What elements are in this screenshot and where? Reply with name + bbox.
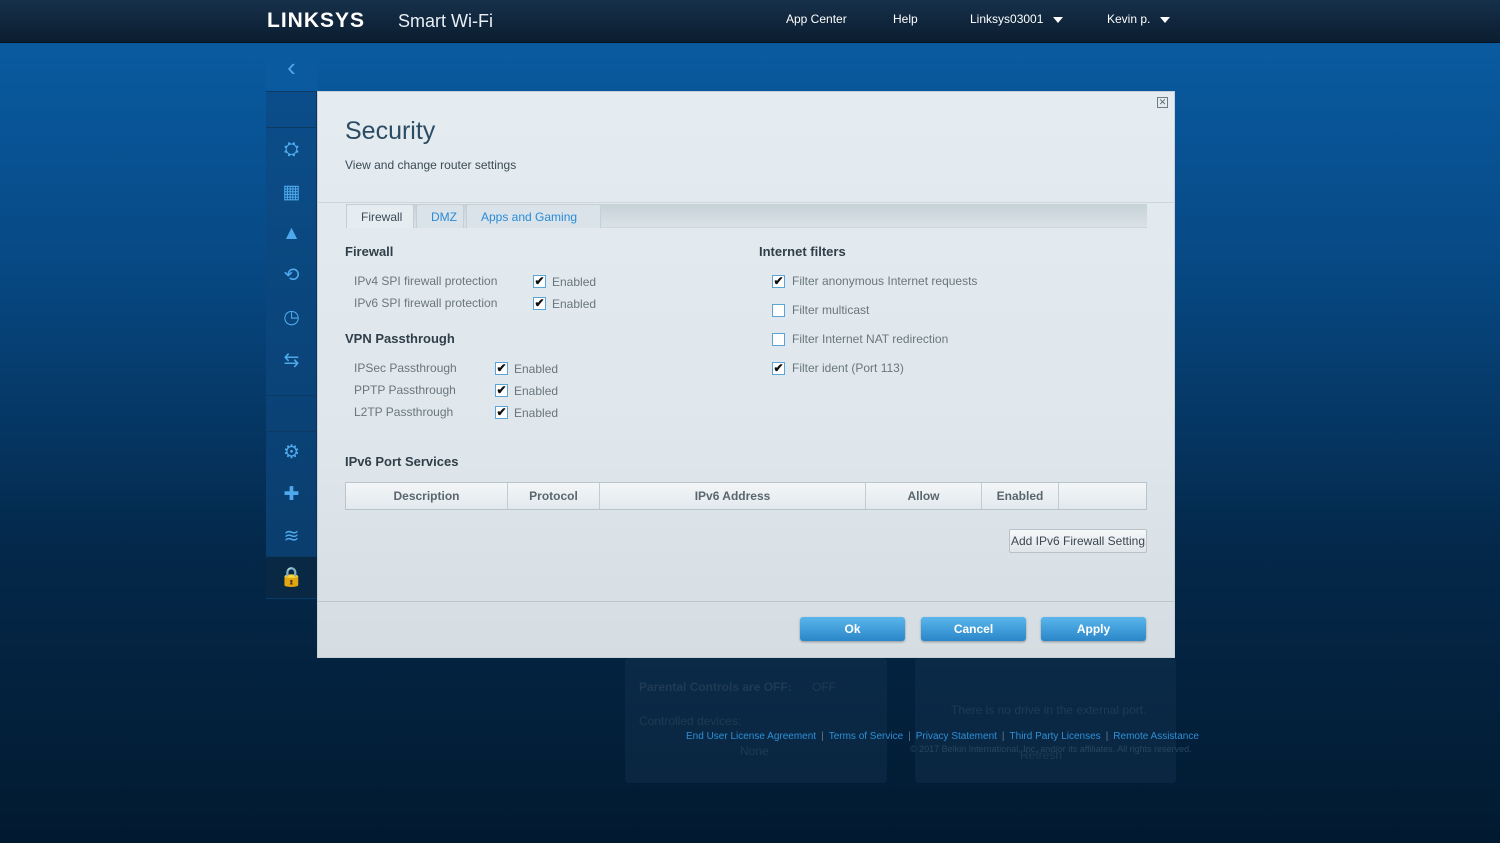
footer-links: End User License Agreement | Terms of Serv… xyxy=(686,731,1199,742)
col-protocol: Protocol xyxy=(508,483,600,509)
user-name: Kevin p. xyxy=(1107,12,1151,26)
tab-bar: Firewall DMZ Apps and Gaming xyxy=(346,204,1147,228)
chevron-down-icon xyxy=(1053,16,1064,23)
vpn-checkbox[interactable]: ✔ xyxy=(495,362,508,375)
help-link[interactable]: Help xyxy=(893,12,918,26)
ok-button[interactable]: Ok xyxy=(800,617,905,641)
connectivity-icon: ⚙ xyxy=(282,441,301,463)
device-list-icon: ▦ xyxy=(282,181,301,203)
vpn-row-value: Enabled xyxy=(514,362,559,376)
top-bar: LINKSYS Smart Wi-Fi App Center Help Link… xyxy=(0,0,1500,43)
filters-checkbox[interactable]: ✔ xyxy=(772,362,785,375)
ipv6-table-header: Description Protocol IPv6 Address Allow … xyxy=(345,482,1147,510)
security-dialog: ✕ Security View and change router settin… xyxy=(317,91,1175,658)
sidebar-item-usb-storage[interactable]: ⇆ xyxy=(266,339,317,381)
drive-status: There is no drive in the external port. xyxy=(951,703,1147,717)
sidebar-item-security[interactable]: 🔒 xyxy=(266,556,317,598)
remote-assistance-link[interactable]: Remote Assistance xyxy=(1113,731,1199,742)
filters-row-label: Filter Internet NAT redirection xyxy=(792,332,949,346)
tab-apps-and-gaming[interactable]: Apps and Gaming xyxy=(466,204,601,228)
user-menu[interactable]: Kevin p. xyxy=(1107,12,1171,26)
col-enabled: Enabled xyxy=(982,483,1059,509)
security-icon: 🔒 xyxy=(279,567,304,588)
col-ipv6-address: IPv6 Address xyxy=(600,483,866,509)
usb-storage-icon: ⇆ xyxy=(283,349,300,371)
filters-row-label: Filter multicast xyxy=(792,303,870,317)
firewall-row-label: IPv4 SPI firewall protection xyxy=(354,274,498,288)
tab-dmz[interactable]: DMZ xyxy=(416,204,464,228)
vpn-row-value: Enabled xyxy=(514,406,559,420)
parental-controls-card: Parental Controls are OFF: OFF Controlle… xyxy=(625,658,887,783)
chevron-down-icon xyxy=(1160,16,1171,23)
vpn-heading: VPN Passthrough xyxy=(345,331,455,346)
sidebar-item-prioritization[interactable]: ⟲ xyxy=(266,254,317,296)
col-allow: Allow xyxy=(866,483,982,509)
firewall-row-value: Enabled xyxy=(552,275,597,289)
tab-firewall[interactable]: Firewall xyxy=(346,204,414,228)
wireless-icon: ≋ xyxy=(283,525,300,547)
privacy-link[interactable]: Privacy Statement xyxy=(916,731,997,742)
internet-filters-heading: Internet filters xyxy=(759,244,846,259)
page-subtitle: View and change router settings xyxy=(345,158,517,172)
cancel-button[interactable]: Cancel xyxy=(921,617,1026,641)
vpn-checkbox[interactable]: ✔ xyxy=(495,384,508,397)
page-title: Security xyxy=(345,117,436,145)
external-storage-card: There is no drive in the external port. … xyxy=(915,658,1176,783)
filters-checkbox[interactable] xyxy=(772,304,785,317)
vpn-checkbox[interactable]: ✔ xyxy=(495,406,508,419)
troubleshooting-icon: ✚ xyxy=(283,483,300,505)
router-menu[interactable]: Linksys03001 xyxy=(970,12,1064,26)
sidebar-item-connectivity[interactable]: ⚙ xyxy=(266,431,317,473)
eula-link[interactable]: End User License Agreement xyxy=(686,731,816,742)
back-arrow-icon[interactable]: ‹ xyxy=(266,43,317,91)
filters-row-label: Filter anonymous Internet requests xyxy=(792,274,978,288)
controlled-devices-value: None xyxy=(740,744,769,758)
vpn-row-value: Enabled xyxy=(514,384,559,398)
router-name: Linksys03001 xyxy=(970,12,1044,26)
col-description: Description xyxy=(346,483,508,509)
vpn-row-label: PPTP Passthrough xyxy=(354,383,456,397)
vpn-row-label: L2TP Passthrough xyxy=(354,405,454,419)
product-name: Smart Wi-Fi xyxy=(398,11,493,31)
parental-controls-icon: ▲ xyxy=(282,223,301,244)
terms-link[interactable]: Terms of Service xyxy=(829,731,903,742)
close-icon[interactable]: ✕ xyxy=(1157,97,1168,108)
linksys-logo: LINKSYS xyxy=(267,9,366,32)
sidebar-item-device-list[interactable]: ▦ xyxy=(266,171,317,213)
copyright: © 2017 Belkin International, Inc. and/or… xyxy=(910,744,1192,754)
vpn-row-label: IPSec Passthrough xyxy=(354,361,457,375)
sidebar-item-router[interactable]: ⛭ xyxy=(266,129,317,171)
sidebar-item-wireless[interactable]: ≋ xyxy=(266,515,317,557)
add-ipv6-firewall-setting-button[interactable]: Add IPv6 Firewall Setting xyxy=(1009,529,1147,553)
controlled-devices-label: Controlled devices: xyxy=(639,714,742,728)
ipv6-heading: IPv6 Port Services xyxy=(345,454,459,469)
firewall-heading: Firewall xyxy=(345,244,394,259)
firewall-row-label: IPv6 SPI firewall protection xyxy=(354,296,498,310)
parental-status: Parental Controls are OFF: xyxy=(639,680,792,694)
filters-checkbox[interactable] xyxy=(772,333,785,346)
app-center-link[interactable]: App Center xyxy=(786,12,847,26)
parental-toggle[interactable]: OFF xyxy=(812,680,836,694)
firewall-checkbox[interactable]: ✔ xyxy=(533,297,546,310)
firewall-row-value: Enabled xyxy=(552,297,597,311)
sidebar-item-parental-controls[interactable]: ▲ xyxy=(266,213,317,255)
sidebar-item-speed-test[interactable]: ◷ xyxy=(266,296,317,338)
prioritization-icon: ⟲ xyxy=(283,264,300,286)
sidebar: ‹ ⛭ ▦ ▲ ⟲ ◷ ⇆ ⚙ ✚ ≋ 🔒 xyxy=(266,43,317,599)
sidebar-item-troubleshooting[interactable]: ✚ xyxy=(266,473,317,515)
filters-row-label: Filter ident (Port 113) xyxy=(792,361,904,375)
filters-checkbox[interactable]: ✔ xyxy=(772,275,785,288)
apply-button[interactable]: Apply xyxy=(1041,617,1146,641)
speed-test-icon: ◷ xyxy=(283,306,300,328)
third-party-link[interactable]: Third Party Licenses xyxy=(1010,731,1101,742)
router-icon: ⛭ xyxy=(283,139,300,160)
firewall-checkbox[interactable]: ✔ xyxy=(533,275,546,288)
col-actions xyxy=(1059,483,1146,509)
